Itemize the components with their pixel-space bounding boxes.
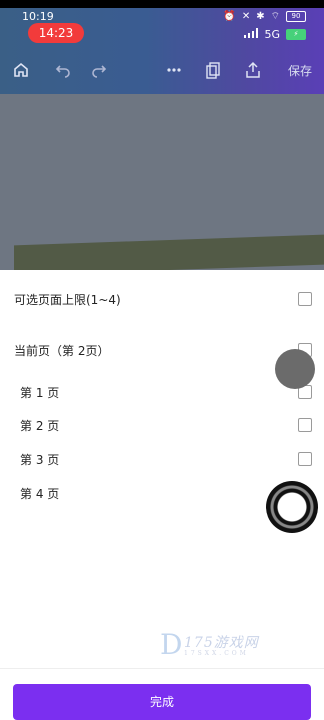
current-page-row[interactable]: 当前页（第 2页） [0, 335, 324, 365]
charging-battery-icon: ⚡ [286, 29, 306, 40]
watermark-logo-icon: D [160, 628, 184, 661]
share-icon[interactable] [242, 59, 264, 81]
page-4-label: 第 4 页 [20, 486, 60, 501]
page-1-label: 第 1 页 [20, 385, 60, 400]
current-page-label: 当前页（第 2页） [14, 343, 110, 358]
page-3-checkbox[interactable] [298, 452, 312, 466]
call-timer-pill[interactable]: 14:23 [28, 23, 84, 43]
floating-touch-button[interactable] [275, 349, 315, 389]
save-button[interactable]: 保存 [288, 62, 312, 79]
done-button[interactable]: 完成 [13, 684, 311, 720]
watermark: D 175游戏网 17SXX.COM [160, 630, 280, 666]
redo-icon[interactable] [88, 59, 110, 81]
undo-icon[interactable] [52, 59, 74, 81]
page-row-1[interactable]: 第 1 页 [0, 377, 324, 407]
top-black-strip [0, 0, 324, 8]
pages-icon[interactable] [202, 59, 224, 81]
battery-icon: 90 [286, 11, 306, 22]
status-icons-top: ⏰ ✕ ✱ ⌔ 90 [223, 10, 306, 23]
watermark-text: 175游戏网 [184, 635, 259, 651]
mute-icon: ✕ [241, 11, 251, 22]
editor-toolbar: 保存 [0, 46, 324, 94]
footer-divider [0, 668, 324, 669]
wifi-icon: ⌔ [270, 11, 280, 22]
status-icons-bottom: 5G ⚡ [244, 28, 306, 41]
signal-icon [244, 28, 259, 41]
network-type: 5G [264, 28, 280, 41]
alarm-icon: ⏰ [223, 11, 236, 22]
page-3-label: 第 3 页 [20, 452, 60, 467]
max-pages-label: 可选页面上限(1~4) [14, 292, 121, 307]
page-2-checkbox[interactable] [298, 418, 312, 432]
page-2-label: 第 2 页 [20, 418, 60, 433]
bluetooth-icon: ✱ [256, 11, 265, 22]
watermark-subtext: 17SXX.COM [184, 650, 249, 657]
max-pages-checkbox[interactable] [298, 292, 312, 306]
status-time: 10:19 [22, 10, 54, 23]
page-row-2[interactable]: 第 2 页 [0, 410, 324, 440]
page-row-3[interactable]: 第 3 页 [0, 444, 324, 474]
home-icon[interactable] [10, 59, 32, 81]
max-pages-row[interactable]: 可选页面上限(1~4) [0, 284, 324, 314]
assistive-touch-ring[interactable] [266, 481, 318, 533]
more-icon[interactable] [163, 59, 185, 81]
status-bar: 10:19 ⏰ ✕ ✱ ⌔ 90 14:23 5G ⚡ [0, 8, 324, 46]
